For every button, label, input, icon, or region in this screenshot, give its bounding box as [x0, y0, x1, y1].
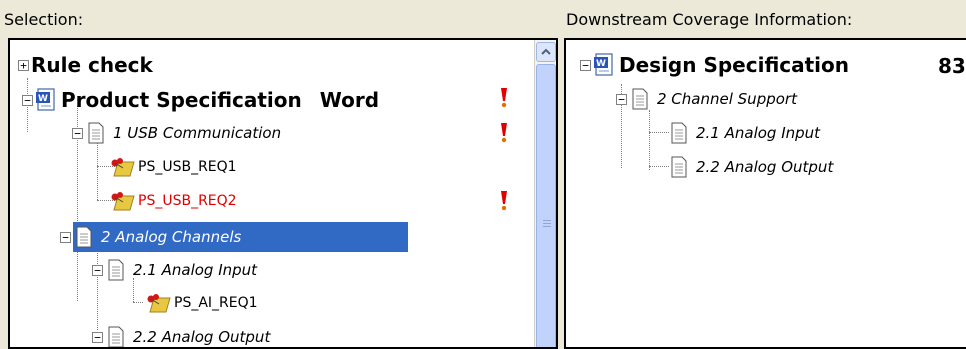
tree-item-ps-usb-req2[interactable]: PS_USB_REQ2: [108, 186, 237, 216]
ps-usb-req2-label: PS_USB_REQ2: [138, 193, 237, 209]
analog-channels-label: 2 Analog Channels: [101, 228, 242, 246]
downstream-header: Downstream Coverage Information:: [562, 0, 966, 38]
tree-item-usb-communication[interactable]: − 1 USB Communication: [72, 118, 281, 148]
selection-tree-pane[interactable]: + Rule check − W Product Specification W…: [8, 38, 558, 349]
channel-support-label: 2 Channel Support: [657, 90, 797, 108]
requirement-pin-icon: [111, 158, 135, 177]
ps-usb-req1-label: PS_USB_REQ1: [138, 159, 237, 175]
document-icon: [108, 326, 124, 347]
right-analog-input-label: 2.1 Analog Input: [696, 124, 821, 142]
tree-item-ps-usb-req1[interactable]: PS_USB_REQ1: [108, 152, 237, 182]
tree-item-rule-check[interactable]: + Rule check: [18, 50, 153, 80]
warning-exclamation-icon: [501, 123, 507, 143]
warning-exclamation-icon: [501, 88, 507, 108]
document-icon: [76, 226, 92, 248]
tree-item-design-specification[interactable]: − W Design Specification: [580, 50, 849, 80]
minus-expander-icon[interactable]: −: [60, 231, 71, 243]
tree-line: [649, 166, 669, 167]
tree-line: [133, 302, 143, 303]
plus-expander-icon[interactable]: +: [18, 59, 29, 71]
scroll-up-button[interactable]: [536, 42, 556, 62]
product-spec-suffix: Word: [319, 88, 380, 112]
minus-expander-icon[interactable]: −: [580, 59, 591, 71]
document-icon: [671, 156, 687, 178]
coverage-percent: 83%: [938, 54, 966, 78]
tree-item-analog-output[interactable]: − 2.2 Analog Output: [92, 322, 271, 347]
svg-text:W: W: [38, 94, 48, 104]
minus-expander-icon[interactable]: −: [616, 93, 627, 105]
vertical-scrollbar[interactable]: [534, 40, 556, 347]
design-spec-label: Design Specification: [619, 53, 850, 77]
document-icon: [632, 88, 648, 110]
tree-item-analog-channels[interactable]: − 2 Analog Channels: [60, 222, 408, 252]
ps-ai-req1-label: PS_AI_REQ1: [174, 295, 258, 311]
tree-item-right-analog-output[interactable]: 2.2 Analog Output: [670, 152, 833, 182]
tree-line: [649, 110, 650, 170]
tree-item-analog-input[interactable]: − 2.1 Analog Input: [92, 255, 257, 285]
warning-exclamation-icon: [501, 191, 507, 211]
document-icon: [671, 122, 687, 144]
scroll-thumb[interactable]: [536, 64, 556, 347]
downstream-header-label: Downstream Coverage Information:: [566, 10, 853, 29]
scroll-grip: [543, 223, 551, 224]
tree-item-channel-support[interactable]: − 2 Channel Support: [616, 84, 797, 114]
word-document-icon: W: [594, 53, 613, 76]
scroll-grip: [543, 226, 551, 227]
tree-line: [649, 132, 669, 133]
minus-expander-icon[interactable]: −: [72, 127, 83, 139]
product-spec-label: Product Specification: [61, 88, 302, 112]
right-analog-output-label: 2.2 Analog Output: [696, 158, 834, 176]
tree-item-product-specification[interactable]: − W Product Specification Word: [22, 85, 379, 115]
chevron-up-icon: [541, 48, 551, 55]
rule-check-label: Rule check: [31, 53, 153, 77]
analog-output-label: 2.2 Analog Output: [133, 328, 271, 346]
requirement-pin-icon: [111, 192, 135, 211]
word-document-icon: W: [36, 88, 55, 111]
document-icon: [108, 259, 124, 281]
tree-item-right-analog-input[interactable]: 2.1 Analog Input: [670, 118, 820, 148]
tree-line: [97, 142, 98, 200]
tree-item-ps-ai-req1[interactable]: PS_AI_REQ1: [144, 288, 258, 318]
document-icon: [88, 122, 104, 144]
usb-communication-label: 1 USB Communication: [113, 124, 282, 142]
analog-input-label: 2.1 Analog Input: [133, 261, 258, 279]
minus-expander-icon[interactable]: −: [92, 331, 103, 343]
scroll-grip: [543, 220, 551, 221]
minus-expander-icon[interactable]: −: [22, 94, 33, 106]
selection-header: Selection:: [0, 0, 558, 38]
requirement-pin-icon: [147, 294, 171, 313]
svg-text:W: W: [596, 59, 606, 69]
selected-node-highlight[interactable]: 2 Analog Channels: [73, 222, 408, 252]
minus-expander-icon[interactable]: −: [92, 264, 103, 276]
downstream-coverage-pane[interactable]: − W Design Specification 83% − 2 Channel…: [564, 38, 966, 349]
selection-header-label: Selection:: [4, 10, 84, 29]
